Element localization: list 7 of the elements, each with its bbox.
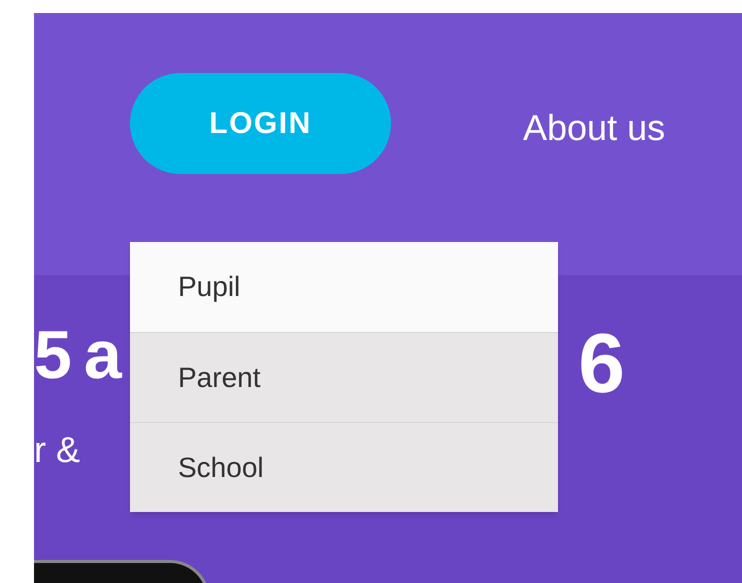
- hero-heading: 6: [578, 321, 625, 405]
- hero-heading: 5 a: [34, 321, 118, 389]
- menu-item[interactable]: Pupil: [130, 242, 558, 332]
- menu-item[interactable]: Parent: [130, 332, 558, 422]
- about-us-link[interactable]: About us: [523, 101, 666, 155]
- menu-item[interactable]: School: [130, 422, 558, 512]
- hero-subtitle: r &: [34, 428, 80, 472]
